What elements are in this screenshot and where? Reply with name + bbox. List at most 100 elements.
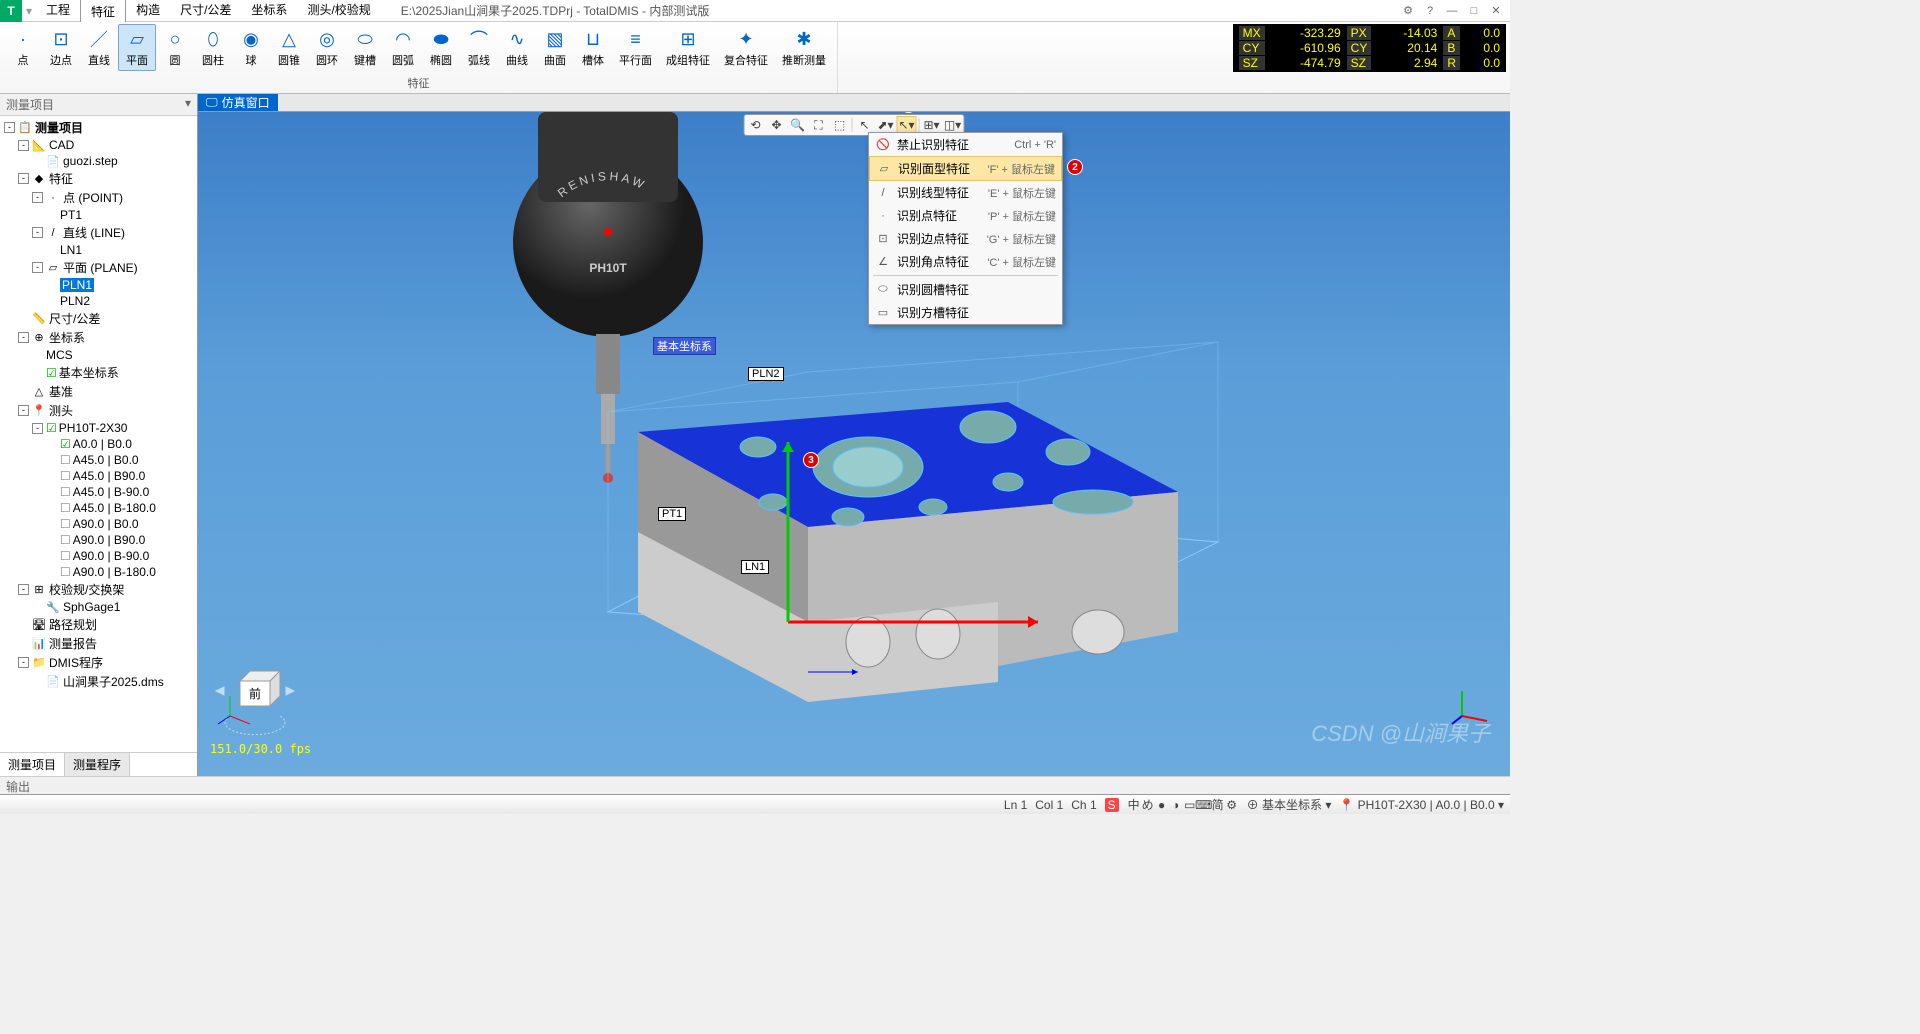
tree-node[interactable]: 📄guozi.step [2,153,195,169]
ribbon-圆柱[interactable]: ⬯圆柱 [194,24,232,71]
feature-icon: ⌒ [467,27,491,51]
tree-node[interactable]: 基本坐标系 [2,363,195,382]
orbit-icon[interactable]: ⟲ [746,116,766,134]
ribbon-平面[interactable]: ▱平面 [118,24,156,71]
3d-view[interactable]: 🖵 仿真窗口 ⟲ ✥ 🔍 ⛶ ⬚ ↖ ⬈▾ ↖▾ 1 ⊞▾ ◫▾ [198,94,1510,776]
ctx-item[interactable]: ▭识别方槽特征 [869,301,1062,324]
tree-node[interactable]: 🛣路径规划 [2,615,195,634]
menu-4[interactable]: 坐标系 [241,0,297,23]
tree-node[interactable]: A45.0 | B-180.0 [2,500,195,516]
maximize-icon[interactable]: □ [1464,3,1484,19]
menu-3[interactable]: 尺寸/公差 [170,0,241,23]
cs-dropdown[interactable]: ⊕ 基本坐标系 ▾ [1247,796,1332,813]
ribbon-成组特征[interactable]: ⊞成组特征 [659,24,717,71]
tree-node[interactable]: A90.0 | B0.0 [2,516,195,532]
ribbon-键槽[interactable]: ⬭键槽 [346,24,384,71]
ctx-item[interactable]: ▱识别面型特征'F' + 鼠标左键2 [869,156,1062,181]
ctx-icon: · [875,208,891,224]
tree-node[interactable]: -/直线 (LINE) [2,223,195,242]
tree[interactable]: -📋测量项目-📐CAD📄guozi.step-◆特征-·点 (POINT)PT1… [0,116,197,752]
ribbon-槽体[interactable]: ⊔槽体 [574,24,612,71]
tree-node[interactable]: PLN1 [2,277,195,293]
tree-node[interactable]: A90.0 | B90.0 [2,532,195,548]
output-panel[interactable]: 输出 [0,776,1510,794]
nav-cube[interactable]: 前 [210,646,300,736]
fit-icon[interactable]: ⛶ [809,116,829,134]
ime-btn[interactable]: 简 [1211,797,1225,811]
tree-node[interactable]: -⊕坐标系 [2,328,195,347]
tree-node[interactable]: -📁DMIS程序 [2,653,195,672]
menu-5[interactable]: 测头/校验规 [297,0,380,23]
ctx-icon: ⬭ [875,282,891,298]
pin-icon[interactable]: ▾ [185,96,191,113]
tree-node[interactable]: -·点 (POINT) [2,188,195,207]
ribbon-推断测量[interactable]: ✱推断测量 [775,24,833,71]
tree-node[interactable]: -📍测头 [2,401,195,420]
ribbon-直线[interactable]: ／直线 [80,24,118,71]
help-icon[interactable]: ? [1420,3,1440,19]
ribbon-圆[interactable]: ○圆 [156,24,194,71]
ribbon-圆环[interactable]: ◎圆环 [308,24,346,71]
ime-btn[interactable]: ⚙ [1225,798,1239,812]
ribbon-球[interactable]: ◉球 [232,24,270,71]
window-icon[interactable]: ⬚ [830,116,850,134]
ribbon-平行面[interactable]: ≡平行面 [612,24,659,71]
ribbon-复合特征[interactable]: ✦复合特征 [717,24,775,71]
ribbon-边点[interactable]: ⊡边点 [42,24,80,71]
feature-icon: △ [277,27,301,51]
side-tab[interactable]: 测量项目 [0,753,65,776]
ribbon-曲线[interactable]: ∿曲线 [498,24,536,71]
zoom-icon[interactable]: 🔍 [788,116,808,134]
ribbon-曲面[interactable]: ▧曲面 [536,24,574,71]
ime-btn[interactable]: 中 [1127,797,1141,811]
tree-node[interactable]: A90.0 | B-180.0 [2,564,195,580]
tree-node[interactable]: 📊测量报告 [2,634,195,653]
ctx-item[interactable]: ⊡识别边点特征'G' + 鼠标左键 [869,227,1062,250]
feature-icon: ◎ [315,27,339,51]
tree-node[interactable]: 🔧SphGage1 [2,599,195,615]
ribbon-点[interactable]: ·点 [4,24,42,71]
tree-node[interactable]: A45.0 | B0.0 [2,452,195,468]
settings-icon[interactable]: ⚙ [1398,3,1418,19]
tree-node[interactable]: -PH10T-2X30 [2,420,195,436]
tree-node[interactable]: A45.0 | B-90.0 [2,484,195,500]
tree-node[interactable]: A90.0 | B-90.0 [2,548,195,564]
minimize-icon[interactable]: — [1442,3,1462,19]
tree-node[interactable]: -◆特征 [2,169,195,188]
tree-node[interactable]: △基准 [2,382,195,401]
tree-node[interactable]: -📋测量项目 [2,118,195,137]
ctx-item[interactable]: ∠识别角点特征'C' + 鼠标左键 [869,250,1062,273]
tree-node[interactable]: PT1 [2,207,195,223]
ime-btn[interactable]: ● [1155,798,1169,812]
ribbon-弧线[interactable]: ⌒弧线 [460,24,498,71]
ime-btn[interactable]: め [1141,797,1155,811]
tree-node[interactable]: A0.0 | B0.0 [2,436,195,452]
ribbon-圆锥[interactable]: △圆锥 [270,24,308,71]
tree-node[interactable]: A45.0 | B90.0 [2,468,195,484]
side-tab[interactable]: 测量程序 [65,753,130,776]
tree-node[interactable]: -⊞校验规/交换架 [2,580,195,599]
ctx-item[interactable]: ⬭识别圆槽特征 [869,278,1062,301]
tree-node[interactable]: -▱平面 (PLANE) [2,258,195,277]
ribbon-圆弧[interactable]: ◠圆弧 [384,24,422,71]
menu-1[interactable]: 特征 [80,0,126,24]
tree-node[interactable]: MCS [2,347,195,363]
tree-node[interactable]: -📐CAD [2,137,195,153]
ime-btn[interactable]: ◑ [1169,798,1183,812]
ribbon-椭圆[interactable]: ⬬椭圆 [422,24,460,71]
tree-node[interactable]: LN1 [2,242,195,258]
tree-node[interactable]: 📏尺寸/公差 [2,309,195,328]
pan-icon[interactable]: ✥ [767,116,787,134]
tree-node[interactable]: 📄山涧果子2025.dms [2,672,195,691]
probe-dropdown[interactable]: 📍 PH10T-2X30 | A0.0 | B0.0 ▾ [1339,798,1504,812]
ime-icon[interactable]: S [1105,798,1119,812]
menu-2[interactable]: 构造 [126,0,170,23]
menu-0[interactable]: 工程 [36,0,80,23]
ctx-item[interactable]: ·识别点特征'P' + 鼠标左键 [869,204,1062,227]
ctx-item[interactable]: 🚫禁止识别特征Ctrl + 'R' [869,133,1062,156]
close-icon[interactable]: ✕ [1486,3,1506,19]
ime-btn[interactable]: ⌨ [1197,798,1211,812]
view-tab[interactable]: 🖵 仿真窗口 [198,94,278,111]
tree-node[interactable]: PLN2 [2,293,195,309]
ctx-item[interactable]: /识别线型特征'E' + 鼠标左键 [869,181,1062,204]
